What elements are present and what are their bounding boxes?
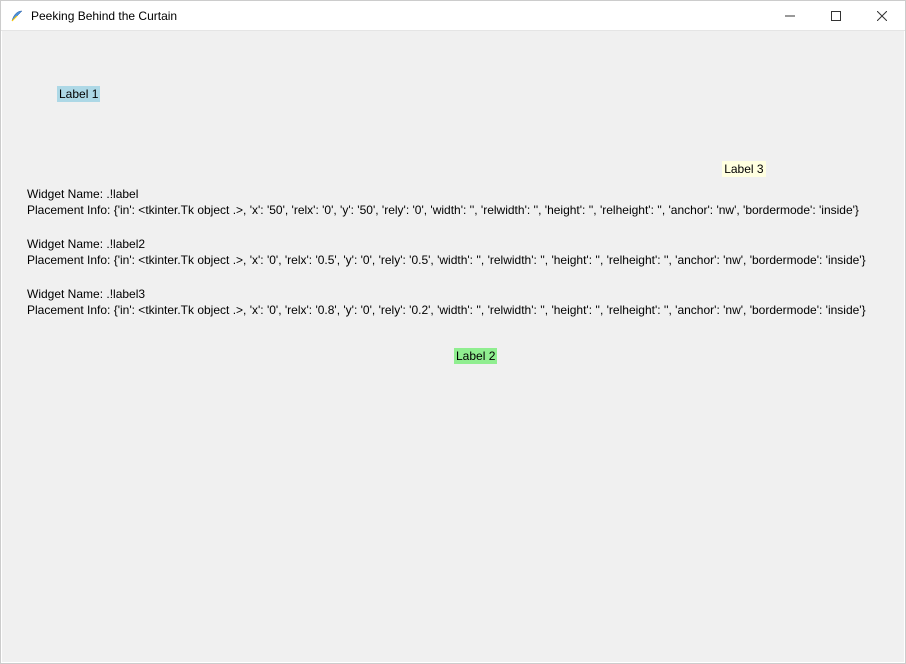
window-title: Peeking Behind the Curtain (31, 9, 767, 23)
label-3: Label 3 (722, 161, 765, 177)
info-block-label3: Widget Name: .!label3 Placement Info: {'… (27, 286, 866, 318)
label-2: Label 2 (454, 348, 497, 364)
window-controls (767, 1, 905, 30)
titlebar: Peeking Behind the Curtain (1, 1, 905, 31)
info-placement: Placement Info: {'in': <tkinter.Tk objec… (27, 302, 866, 318)
close-button[interactable] (859, 1, 905, 30)
label-1: Label 1 (57, 86, 100, 102)
info-widget-name: Widget Name: .!label (27, 186, 859, 202)
maximize-button[interactable] (813, 1, 859, 30)
info-widget-name: Widget Name: .!label2 (27, 236, 866, 252)
info-placement: Placement Info: {'in': <tkinter.Tk objec… (27, 202, 859, 218)
client-area: Label 1 Label 2 Label 3 Widget Name: .!l… (2, 31, 904, 662)
feather-icon (9, 8, 25, 24)
info-block-label1: Widget Name: .!label Placement Info: {'i… (27, 186, 859, 218)
client-inner: Label 1 Label 2 Label 3 Widget Name: .!l… (7, 36, 899, 657)
info-placement: Placement Info: {'in': <tkinter.Tk objec… (27, 252, 866, 268)
info-block-label2: Widget Name: .!label2 Placement Info: {'… (27, 236, 866, 268)
info-widget-name: Widget Name: .!label3 (27, 286, 866, 302)
minimize-button[interactable] (767, 1, 813, 30)
